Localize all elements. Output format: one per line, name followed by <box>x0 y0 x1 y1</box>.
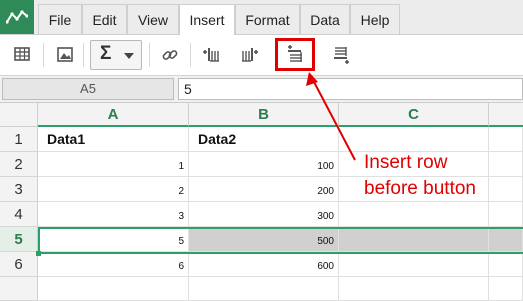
annotation-line-2: before button <box>364 178 476 199</box>
annotation-text: Insert row before button <box>364 150 519 202</box>
annotation-line-1: Insert row <box>364 152 448 173</box>
